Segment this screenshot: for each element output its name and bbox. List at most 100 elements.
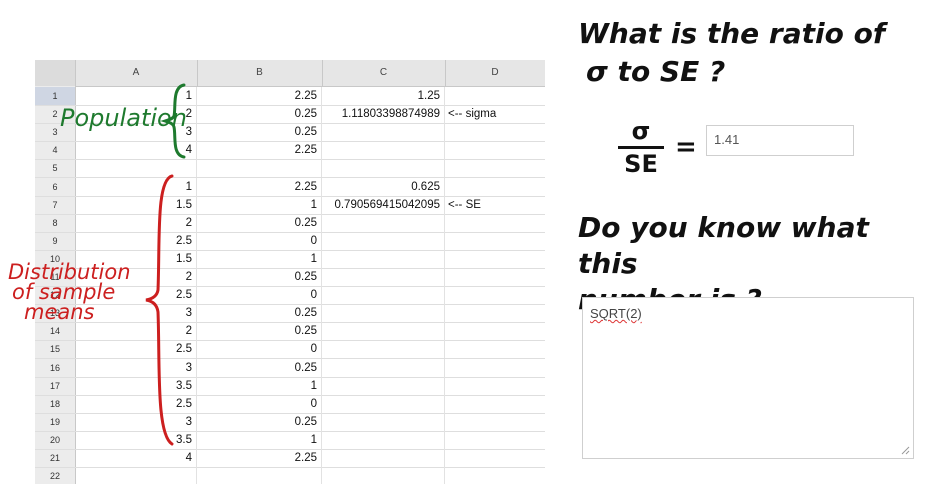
cell-b[interactable]: 0.25 — [197, 412, 322, 431]
cell-d[interactable] — [445, 359, 545, 377]
cell-d[interactable] — [445, 467, 545, 484]
select-all-corner[interactable] — [35, 60, 76, 86]
cell-b[interactable]: 0 — [197, 394, 322, 413]
cell-d[interactable] — [445, 286, 545, 304]
cell-c[interactable] — [322, 412, 445, 431]
cell-c[interactable] — [322, 159, 445, 178]
row-number[interactable]: 7 — [35, 196, 75, 214]
cell-c[interactable] — [322, 141, 445, 160]
cell-d[interactable] — [445, 232, 545, 250]
cell-d[interactable]: <-- sigma — [445, 105, 545, 123]
cell-d[interactable] — [445, 178, 545, 196]
cell-c[interactable] — [322, 394, 445, 413]
row-number[interactable]: 14 — [35, 322, 75, 340]
cell-b[interactable]: 0 — [197, 340, 322, 359]
cell-d[interactable] — [445, 413, 545, 431]
population-label: Population — [60, 104, 187, 132]
cell-b[interactable] — [197, 159, 322, 178]
cell-c[interactable]: 0.625 — [322, 177, 445, 196]
row-number[interactable]: 9 — [35, 232, 75, 250]
cell-c[interactable] — [322, 304, 445, 323]
row-number[interactable]: 6 — [35, 178, 75, 196]
distribution-label: Distribution of sample means — [8, 262, 131, 324]
cell-c[interactable] — [322, 376, 445, 395]
cell-d[interactable] — [445, 250, 545, 268]
cell-d[interactable] — [445, 395, 545, 413]
cell-c[interactable] — [322, 430, 445, 449]
cell-d[interactable] — [445, 268, 545, 286]
question-1-text: What is the ratio of σ to SE ? — [578, 15, 885, 91]
cell-a[interactable]: 4 — [75, 449, 197, 467]
cell-c[interactable] — [322, 467, 445, 484]
row-number[interactable]: 21 — [35, 449, 75, 467]
answer-text: SQRT(2) — [590, 306, 642, 321]
distribution-label-line-3: means — [24, 300, 95, 324]
cell-b[interactable]: 2.25 — [197, 177, 322, 196]
sheet-row: 17 3.5 1 — [35, 376, 545, 396]
cell-c[interactable] — [322, 322, 445, 341]
cell-c[interactable] — [322, 358, 445, 377]
cell-b[interactable]: 0.25 — [197, 268, 322, 286]
cell-b[interactable]: 2.25 — [197, 87, 322, 105]
cell-c[interactable] — [322, 231, 445, 250]
cell-d[interactable] — [445, 87, 545, 105]
explanation-answer-textarea[interactable]: SQRT(2) — [582, 297, 914, 459]
row-number[interactable]: 4 — [35, 141, 75, 159]
cell-b[interactable]: 1 — [197, 376, 322, 395]
cell-d[interactable] — [445, 377, 545, 395]
cell-b[interactable]: 1 — [197, 249, 322, 268]
cell-c[interactable] — [322, 340, 445, 359]
sheet-row: 4 4 2.25 — [35, 141, 545, 161]
row-number[interactable]: 17 — [35, 377, 75, 395]
cell-d[interactable] — [445, 322, 545, 340]
cell-c[interactable] — [322, 249, 445, 268]
row-number[interactable]: 16 — [35, 359, 75, 377]
cell-d[interactable] — [445, 340, 545, 358]
cell-b[interactable]: 0 — [197, 286, 322, 305]
cell-c[interactable]: 0.790569415042095 — [322, 195, 445, 214]
cell-b[interactable]: 0 — [197, 231, 322, 250]
column-header-c[interactable]: C — [322, 60, 446, 86]
cell-b[interactable]: 1 — [197, 195, 322, 214]
cell-c[interactable] — [322, 123, 445, 142]
cell-b[interactable]: 1 — [197, 430, 322, 449]
cell-c[interactable] — [322, 449, 445, 467]
cell-b[interactable]: 2.25 — [197, 141, 322, 160]
resize-grip-icon[interactable] — [901, 446, 910, 455]
cell-d[interactable] — [445, 159, 545, 177]
row-number[interactable]: 5 — [35, 159, 75, 177]
column-header-d[interactable]: D — [445, 60, 545, 86]
row-number[interactable]: 1 — [35, 87, 75, 105]
ratio-answer-input[interactable]: 1.41 — [706, 125, 854, 156]
cell-d[interactable] — [445, 123, 545, 141]
row-number[interactable]: 8 — [35, 214, 75, 232]
cell-d[interactable] — [445, 431, 545, 449]
cell-c[interactable] — [322, 268, 445, 286]
equals-sign: = — [675, 132, 697, 162]
cell-c[interactable]: 1.11803398874989 — [322, 105, 445, 124]
row-number[interactable]: 19 — [35, 413, 75, 431]
cell-c[interactable]: 1.25 — [322, 87, 445, 105]
cell-b[interactable]: 2.25 — [197, 449, 322, 467]
cell-d[interactable] — [445, 214, 545, 232]
row-number[interactable]: 15 — [35, 340, 75, 358]
row-number[interactable]: 20 — [35, 431, 75, 449]
column-header-b[interactable]: B — [197, 60, 323, 86]
cell-b[interactable]: 0.25 — [197, 358, 322, 377]
cell-c[interactable] — [322, 286, 445, 305]
cell-b[interactable] — [197, 467, 322, 484]
cell-b[interactable]: 0.25 — [197, 213, 322, 232]
cell-b[interactable]: 0.25 — [197, 322, 322, 341]
sheet-row: 16 3 0.25 — [35, 358, 545, 378]
cell-d[interactable] — [445, 304, 545, 322]
cell-d[interactable]: <-- SE — [445, 196, 545, 214]
row-number[interactable]: 18 — [35, 395, 75, 413]
cell-b[interactable]: 0.25 — [197, 105, 322, 124]
cell-d[interactable] — [445, 449, 545, 467]
cell-d[interactable] — [445, 141, 545, 159]
cell-b[interactable]: 0.25 — [197, 123, 322, 142]
cell-c[interactable] — [322, 213, 445, 232]
cell-b[interactable]: 0.25 — [197, 304, 322, 323]
row-number[interactable]: 22 — [35, 467, 75, 484]
cell-a[interactable] — [75, 467, 197, 484]
